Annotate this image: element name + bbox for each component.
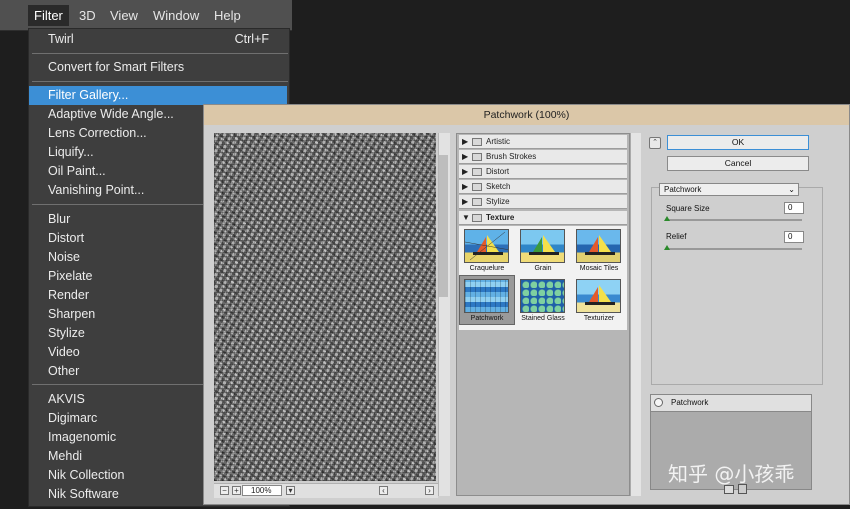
zoom-in-icon[interactable]: +: [232, 486, 241, 495]
expand-arrow-icon: ▶: [462, 152, 469, 161]
menu-item-last-filter[interactable]: Twirl Ctrl+F: [29, 30, 287, 49]
watermark-text: 知乎 @小孩乖: [668, 462, 795, 486]
thumb-texturizer[interactable]: [576, 279, 621, 313]
category-distort[interactable]: ▶ Distort: [459, 165, 627, 179]
scroll-left-icon[interactable]: ‹: [379, 486, 388, 495]
category-artistic[interactable]: ▶ Artistic: [459, 135, 627, 149]
scroll-right-icon[interactable]: ›: [425, 486, 434, 495]
param-label-relief: Relief: [666, 232, 687, 241]
menu-divider: [32, 81, 288, 82]
category-stylize[interactable]: ▶ Stylize: [459, 195, 627, 209]
thumb-label: Stained Glass: [521, 315, 565, 322]
folder-icon: [472, 183, 482, 191]
folder-icon: [472, 168, 482, 176]
menu-divider: [32, 53, 288, 54]
menu-item-convert-smart-filters[interactable]: Convert for Smart Filters: [29, 58, 287, 77]
filter-gallery-dialog: Patchwork (100%) − + ▾ ‹ › 100% ▶ Artist…: [203, 104, 850, 505]
expand-arrow-icon: ▶: [462, 182, 469, 191]
expand-arrow-icon: ▶: [462, 137, 469, 146]
category-label: Artistic: [486, 137, 510, 146]
menu-bar: Filter 3D View Window Help: [0, 0, 292, 31]
ok-button[interactable]: OK: [667, 135, 809, 150]
zoom-level[interactable]: 100%: [242, 485, 282, 496]
menu-filter[interactable]: Filter: [28, 5, 69, 26]
zoom-out-icon[interactable]: −: [220, 486, 229, 495]
category-label: Texture: [486, 213, 515, 222]
category-label: Stylize: [486, 197, 510, 206]
effect-layer-label: Patchwork: [671, 398, 709, 407]
preview-scroll-thumb[interactable]: [439, 155, 448, 297]
category-label: Distort: [486, 167, 510, 176]
category-scrollbar[interactable]: [630, 133, 641, 496]
square-size-slider[interactable]: [666, 219, 802, 221]
collapse-arrow-icon: ▼: [462, 213, 470, 222]
category-label: Sketch: [486, 182, 511, 191]
thumb-label: Texturizer: [583, 315, 615, 322]
thumb-label: Mosaic Tiles: [579, 265, 619, 272]
expand-arrow-icon: ▶: [462, 197, 469, 206]
param-label-square-size: Square Size: [666, 204, 710, 213]
zoom-dropdown-icon[interactable]: ▾: [286, 486, 295, 495]
cancel-button[interactable]: Cancel: [667, 156, 809, 171]
folder-icon: [472, 138, 482, 146]
preview-canvas[interactable]: [214, 133, 436, 481]
filter-select[interactable]: Patchwork ⌄: [659, 183, 799, 196]
expand-arrow-icon: ▶: [462, 167, 469, 176]
category-texture[interactable]: ▼ Texture: [459, 211, 627, 225]
filter-select-value: Patchwork: [664, 185, 702, 194]
thumb-label: Patchwork: [470, 315, 504, 322]
square-size-slider-knob[interactable]: [664, 216, 670, 221]
menu-help[interactable]: Help: [208, 5, 247, 26]
category-label: Brush Strokes: [486, 152, 537, 161]
menu-window[interactable]: Window: [147, 5, 205, 26]
thumb-grain[interactable]: [520, 229, 565, 263]
shortcut-label: Ctrl+F: [234, 32, 269, 46]
thumb-craquelure[interactable]: [464, 229, 509, 263]
menu-view[interactable]: View: [104, 5, 144, 26]
thumb-label: Craquelure: [469, 265, 505, 272]
thumb-stained-glass[interactable]: [520, 279, 565, 313]
eye-visibility-icon[interactable]: [654, 398, 663, 407]
category-sketch[interactable]: ▶ Sketch: [459, 180, 627, 194]
effect-layer-row[interactable]: Patchwork: [651, 395, 811, 412]
folder-icon: [472, 153, 482, 161]
menu-3d[interactable]: 3D: [73, 5, 102, 26]
category-brush-strokes[interactable]: ▶ Brush Strokes: [459, 150, 627, 164]
folder-icon: [472, 198, 482, 206]
thumb-label: Grain: [534, 265, 552, 272]
menu-item-label: Twirl: [48, 32, 74, 46]
relief-slider[interactable]: [666, 248, 802, 250]
thumb-patchwork[interactable]: [464, 279, 509, 313]
filter-category-panel: ▶ Artistic ▶ Brush Strokes ▶ Distort ▶ S…: [456, 133, 630, 496]
thumb-mosaic-tiles[interactable]: [576, 229, 621, 263]
relief-input[interactable]: 0: [784, 231, 804, 243]
relief-slider-knob[interactable]: [664, 245, 670, 250]
filter-options-box: [651, 187, 823, 385]
collapse-panel-icon[interactable]: ⌃: [649, 137, 661, 149]
dialog-title: Patchwork (100%): [204, 105, 849, 125]
menu-item-filter-gallery[interactable]: Filter Gallery...: [29, 86, 287, 105]
chevron-down-icon: ⌄: [788, 185, 795, 194]
folder-icon: [472, 214, 482, 222]
square-size-input[interactable]: 0: [784, 202, 804, 214]
